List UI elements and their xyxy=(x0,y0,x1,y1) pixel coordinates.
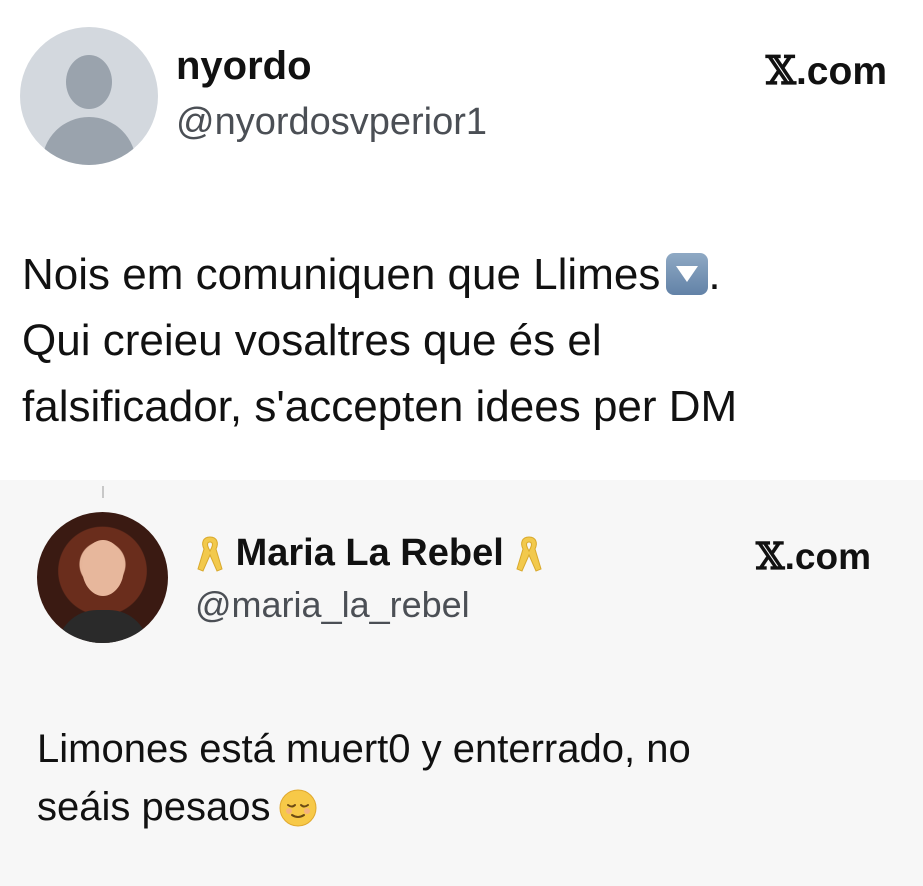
yellow-ribbon-icon xyxy=(197,536,223,572)
avatar-face-shape xyxy=(82,540,124,596)
quoted-tweet-card[interactable]: Maria La Rebel @maria_la_rebel 𝕏.com Lim… xyxy=(0,480,923,886)
author-handle[interactable]: @nyordosvperior1 xyxy=(176,101,487,144)
source-domain: .com xyxy=(795,50,887,93)
quoted-text-line-1: Limones está muert0 y enterrado, no xyxy=(37,727,691,771)
avatar-shirt-shape xyxy=(57,610,149,643)
default-avatar-icon[interactable] xyxy=(20,27,158,165)
tweet-text-line-3: falsificador, s'accepten idees per DM xyxy=(22,382,738,431)
quoted-text-line: seáis pesaos xyxy=(37,778,897,836)
x-logo-icon: 𝕏 xyxy=(755,534,785,578)
quoted-tweet-text: Limones está muert0 y enterrado, no seái… xyxy=(37,720,897,836)
tweet-text-line: Nois em comuniquen que Llimes. xyxy=(22,242,882,308)
quoted-source-domain: .com xyxy=(784,536,871,577)
x-logo-icon: 𝕏 xyxy=(765,48,796,94)
tweet-text-period: . xyxy=(708,250,721,299)
tweet-text-line-2: Qui creieu vosaltres que és el xyxy=(22,316,602,365)
author-name[interactable]: nyordo xyxy=(176,44,312,89)
screenshot-page: nyordo @nyordosvperior1 𝕏.com Nois em co… xyxy=(0,0,923,886)
thread-connector xyxy=(102,486,104,498)
tweet-text-line-1: Nois em comuniquen que Llimes xyxy=(22,250,661,299)
avatar-head-shape xyxy=(66,55,112,109)
quoted-author-name-row[interactable]: Maria La Rebel xyxy=(195,532,544,575)
quoted-author-handle[interactable]: @maria_la_rebel xyxy=(195,584,470,626)
yellow-ribbon-icon xyxy=(516,536,542,572)
avatar-shoulders-shape xyxy=(42,117,136,165)
down-arrow-button-icon xyxy=(666,253,709,295)
quoted-source-label: 𝕏.com xyxy=(756,534,871,578)
quoted-author-name[interactable]: Maria La Rebel xyxy=(236,532,504,574)
tweet-card: nyordo @nyordosvperior1 𝕏.com Nois em co… xyxy=(0,0,923,480)
tweet-text: Nois em comuniquen que Llimes. Qui creie… xyxy=(22,242,882,440)
quoted-text-line-2: seáis pesaos xyxy=(37,785,271,829)
relieved-face-icon xyxy=(279,789,317,827)
profile-avatar[interactable] xyxy=(37,512,168,643)
source-label: 𝕏.com xyxy=(766,48,887,94)
